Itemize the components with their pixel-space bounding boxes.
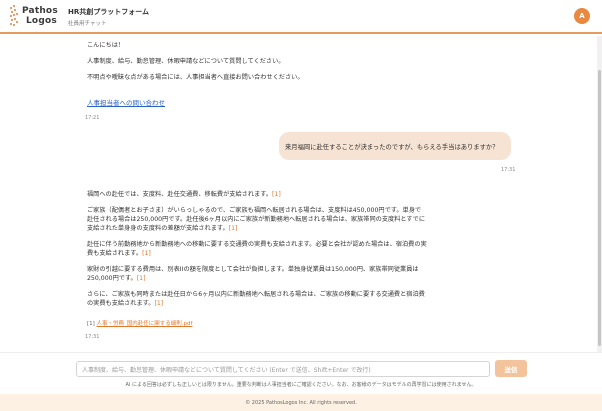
chat-area: こんにちは！ 人事制度、給与、勤怠管理、休暇申請などについて質問してください。 …: [0, 36, 602, 352]
answer-paragraph: ご家族（配偶者とお子さま）がいらっしゃるので、ご家族も福岡へ転居される場合は、支…: [87, 207, 426, 232]
logo-mark-icon: [10, 5, 20, 29]
citation-link[interactable]: [1]: [229, 225, 238, 232]
answer-timestamp: 17:31: [85, 334, 100, 340]
logo-line-2: Logos: [26, 16, 57, 26]
copyright-text: © 2025 PathosLogos Inc. All rights reser…: [245, 399, 357, 406]
reference-entry: [1] 人事・労務_国内赴任に関する細則.pdf: [87, 319, 192, 327]
send-button[interactable]: 送信: [495, 360, 527, 377]
pathos-logos-logo[interactable]: Pathos Logos: [10, 5, 62, 29]
citation-link[interactable]: [1]: [154, 300, 163, 307]
greeting-line: こんにちは！: [87, 42, 125, 49]
ai-disclaimer: AI による回答は必ずしも正しいとは限りません。重要な判断は人事担当者にご確認く…: [125, 382, 477, 388]
citation-link[interactable]: [1]: [142, 250, 151, 257]
user-message-text: 来月福岡に赴任することが決まったのですが、もらえる手当はありますか？: [285, 143, 499, 151]
assistant-greeting: こんにちは！ 人事制度、給与、勤怠管理、休暇申請などについて質問してください。 …: [87, 41, 427, 89]
reference-pdf-link[interactable]: 人事・労務_国内赴任に関する細則.pdf: [97, 321, 193, 327]
answer-paragraph: 家財の引越に要する費用は、別表IIの額を限度として会社が負担します。単独身従業員…: [87, 266, 419, 282]
user-avatar[interactable]: A: [574, 8, 590, 24]
greeting-line: 人事制度、給与、勤怠管理、休暇申請などについて質問してください。: [87, 58, 285, 65]
greeting-timestamp: 17:21: [85, 115, 100, 121]
assistant-answer: 福岡への赴任では、支度料、赴任交通費、移転費が支給されます。[1] ご家族（配偶…: [87, 190, 427, 315]
input-area: 人事制度、給与、勤怠管理、休暇申請などについて質問してください (Enter で…: [0, 352, 602, 394]
logo-text: Pathos Logos: [22, 6, 58, 26]
answer-paragraph: 福岡への赴任では、支度料、赴任交通費、移転費が支給されます。[1]: [87, 191, 281, 198]
reference-label: [1]: [87, 321, 95, 327]
answer-paragraph: 赴任に伴う前勤務地から新勤務地への移動に要する交通費の実費も支給されます。必要と…: [87, 241, 427, 257]
page-footer: © 2025 PathosLogos Inc. All rights reser…: [0, 394, 602, 411]
user-message-bubble: 来月福岡に赴任することが決まったのですが、もらえる手当はありますか？: [279, 132, 511, 160]
app-title: HR共創プラットフォーム: [68, 8, 150, 16]
question-input-placeholder: 人事制度、給与、勤怠管理、休暇申請などについて質問してください (Enter で…: [82, 366, 371, 374]
citation-link[interactable]: [1]: [137, 275, 146, 282]
chat-scrollbar-thumb[interactable]: [598, 70, 601, 346]
question-input[interactable]: 人事制度、給与、勤怠管理、休暇申請などについて質問してください (Enter で…: [76, 361, 490, 377]
logo-line-1: Pathos: [22, 6, 58, 16]
answer-paragraph: さらに、ご家族も同時または赴任日から6ヶ月以内に新勤務地へ転居される場合は、ご家…: [87, 291, 425, 307]
user-message-timestamp: 17:31: [501, 167, 516, 173]
app-header: Pathos Logos HR共創プラットフォーム 社員用チャット A: [0, 0, 602, 34]
app-subtitle: 社員用チャット: [68, 21, 107, 27]
hr-contact-link[interactable]: 人事担当者への問い合わせ: [87, 97, 165, 107]
greeting-line: 不明点や曖昧な点がある場合には、人事担当者へ直接お問い合わせください。: [87, 74, 304, 81]
citation-link[interactable]: [1]: [272, 191, 281, 198]
